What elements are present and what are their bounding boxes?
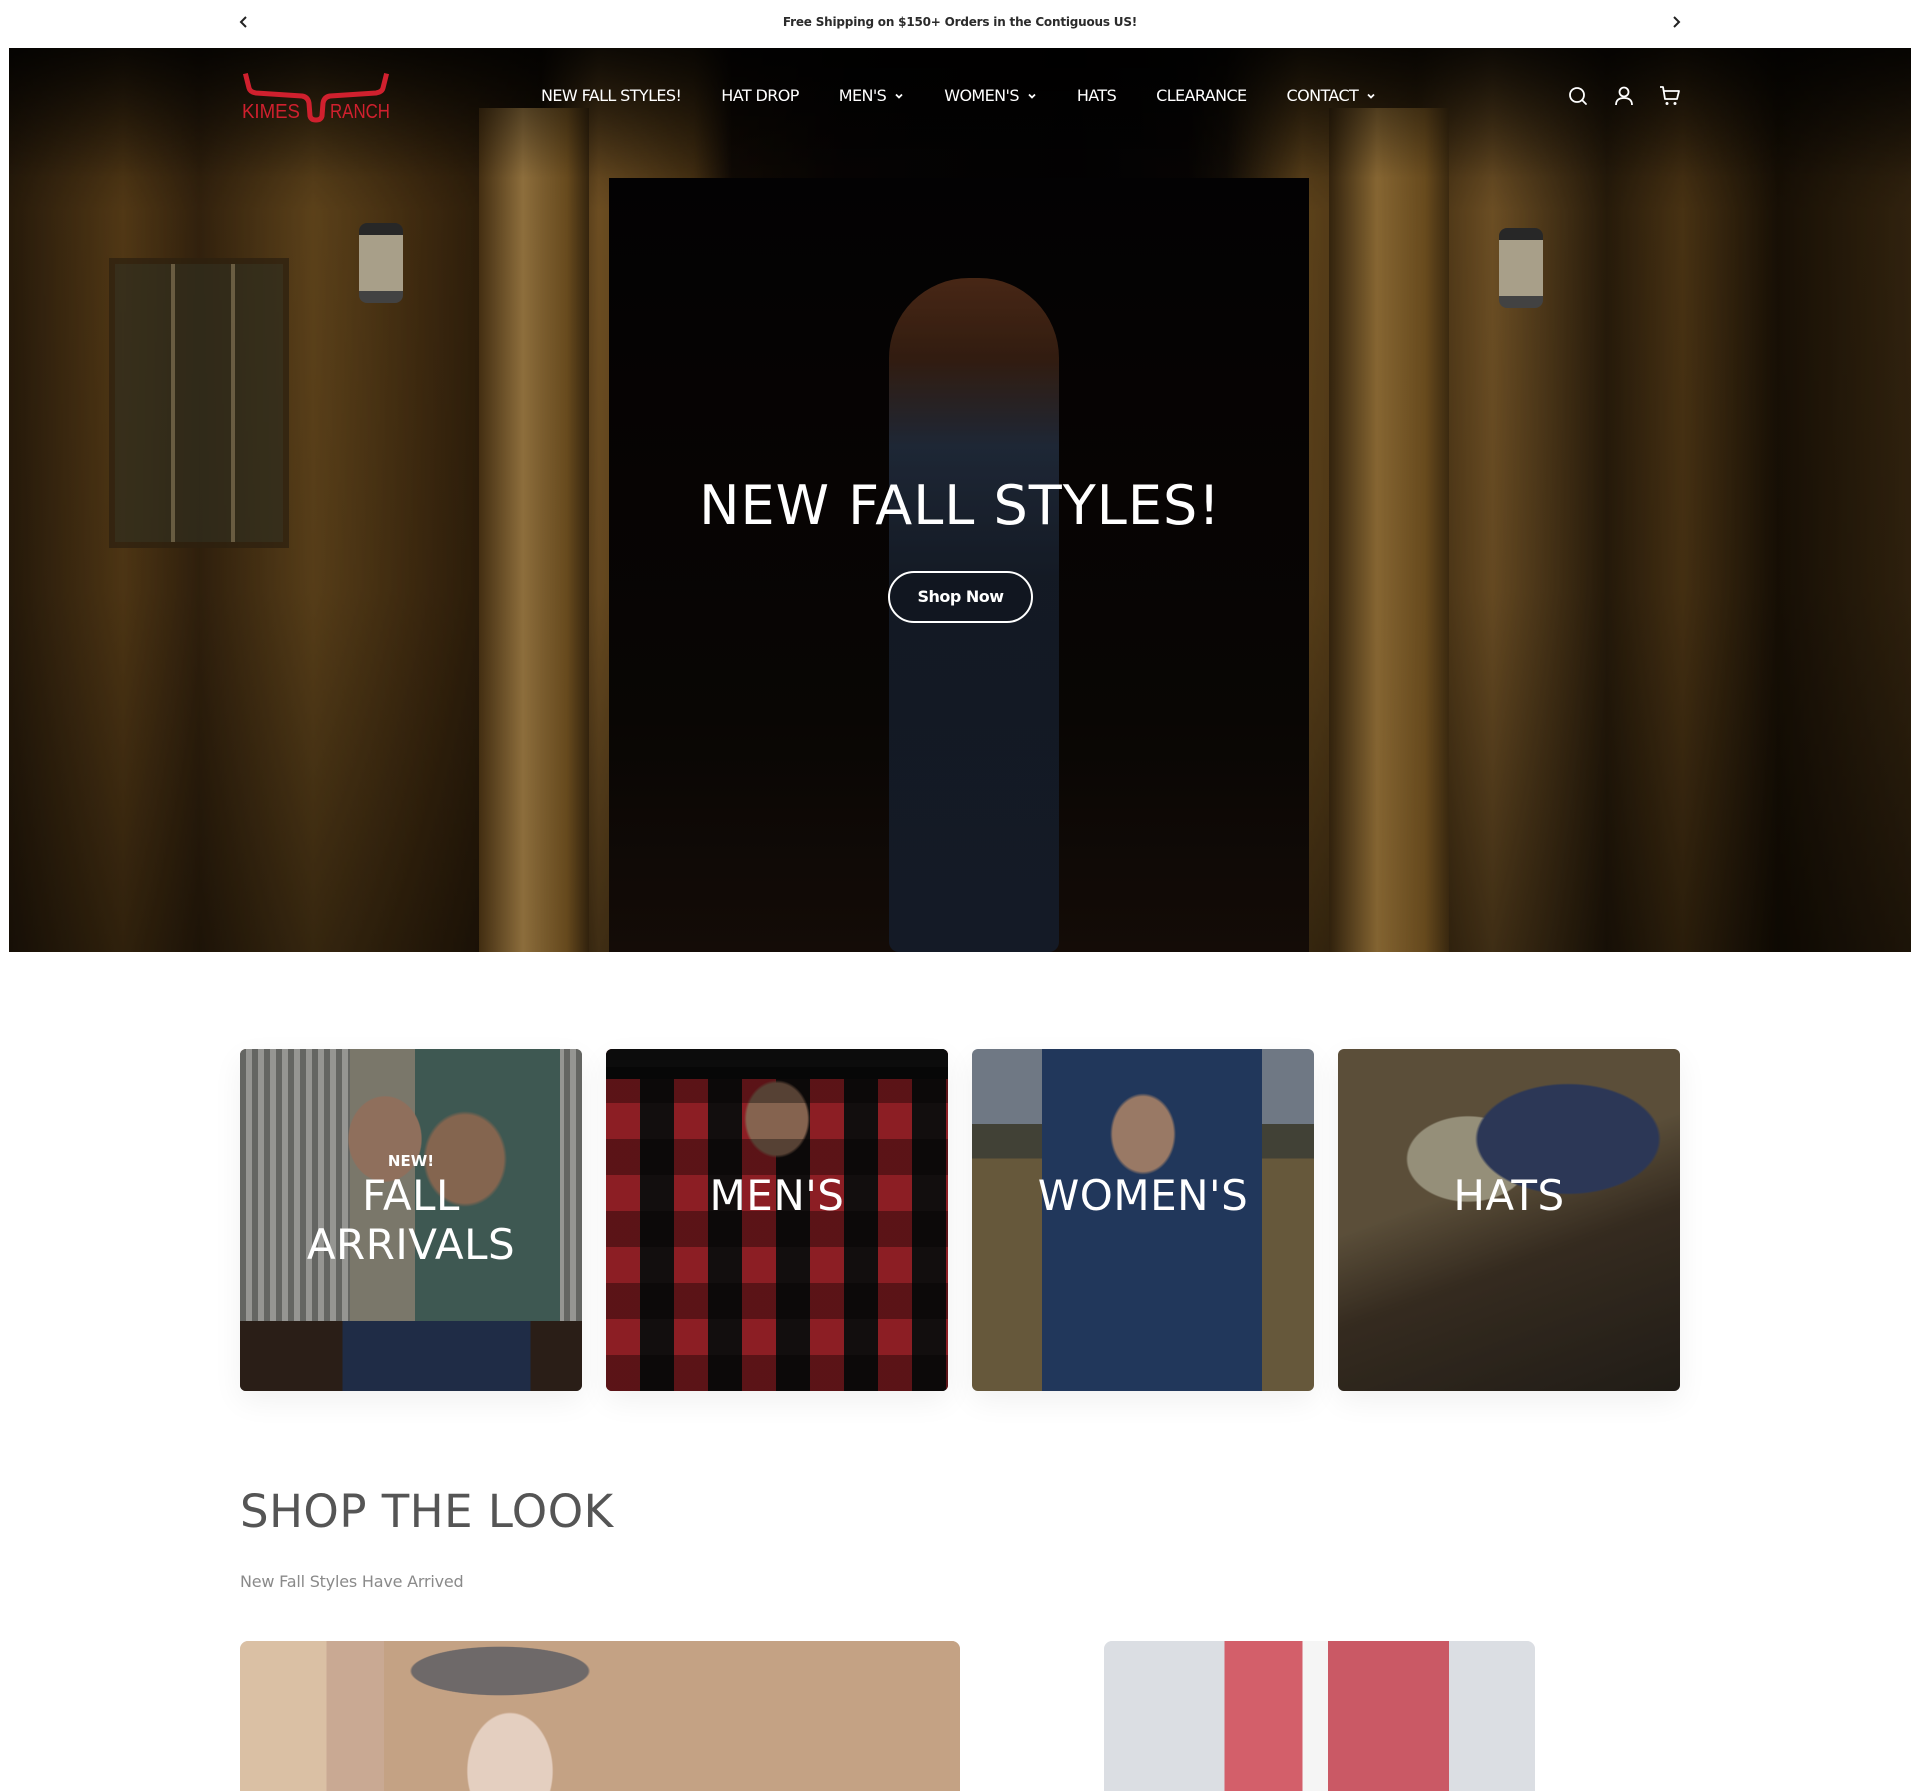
shop-the-look-heading: SHOP THE LOOK	[240, 1485, 614, 1538]
account-icon[interactable]	[1612, 84, 1636, 108]
category-label: MEN'S	[709, 1171, 845, 1220]
nav-label: NEW FALL STYLES!	[541, 86, 682, 105]
category-card-hats[interactable]: HATS	[1338, 1049, 1680, 1391]
logo-text-left: KIMES	[242, 101, 300, 123]
category-card-mens[interactable]: MEN'S	[606, 1049, 948, 1391]
header-icons	[1566, 84, 1682, 108]
nav-hat-drop[interactable]: HAT DROP	[721, 86, 799, 105]
category-label-line2: ARRIVALS	[306, 1220, 516, 1269]
chevron-down-icon	[894, 91, 904, 101]
nav-contact[interactable]: CONTACT	[1287, 86, 1377, 105]
kimes-ranch-logo[interactable]: KIMES RANCH	[240, 72, 392, 124]
shop-now-button[interactable]: Shop Now	[888, 571, 1033, 623]
category-card-fall-arrivals[interactable]: NEW! FALL ARRIVALS	[240, 1049, 582, 1391]
nav-label: HATS	[1076, 86, 1117, 105]
nav-label: HAT DROP	[721, 86, 799, 105]
chevron-down-icon	[1027, 91, 1037, 101]
nav-label: CONTACT	[1286, 86, 1359, 105]
nav-label: WOMEN'S	[944, 86, 1019, 105]
look-image-plaid-jacket[interactable]	[1104, 1641, 1535, 1791]
announcement-bar: Free Shipping on $150+ Orders in the Con…	[0, 0, 1920, 48]
announcement-next-button[interactable]	[1666, 12, 1686, 32]
chevron-right-icon	[1673, 16, 1681, 28]
nav-womens[interactable]: WOMEN'S	[944, 86, 1037, 105]
category-grid: NEW! FALL ARRIVALS MEN'S WOMEN'S HATS	[240, 1049, 1680, 1391]
search-icon[interactable]	[1566, 84, 1590, 108]
look-image-couple[interactable]	[240, 1641, 960, 1791]
hero-title: NEW FALL STYLES!	[699, 474, 1221, 537]
chevron-down-icon	[1366, 91, 1376, 101]
nav-mens[interactable]: MEN'S	[839, 86, 904, 105]
site-header: KIMES RANCH NEW FALL STYLES! HAT DROP ME…	[0, 48, 1920, 144]
nav-label: MEN'S	[838, 86, 887, 105]
nav-label: CLEARANCE	[1156, 86, 1247, 105]
logo-text-right: RANCH	[330, 101, 390, 123]
main-navigation: NEW FALL STYLES! HAT DROP MEN'S WOMEN'S …	[541, 86, 1416, 105]
category-label: HATS	[1453, 1171, 1565, 1220]
category-eyebrow: NEW!	[387, 1152, 435, 1170]
announcement-message: Free Shipping on $150+ Orders in the Con…	[782, 15, 1138, 29]
category-card-womens[interactable]: WOMEN'S	[972, 1049, 1314, 1391]
category-label: WOMEN'S	[1037, 1171, 1249, 1220]
nav-hats[interactable]: HATS	[1076, 86, 1117, 105]
nav-clearance[interactable]: CLEARANCE	[1156, 86, 1247, 105]
shop-the-look-subtitle: New Fall Styles Have Arrived	[240, 1572, 464, 1591]
nav-new-fall-styles[interactable]: NEW FALL STYLES!	[541, 86, 682, 105]
cart-icon[interactable]	[1658, 84, 1682, 108]
category-label: FALL	[362, 1171, 460, 1220]
